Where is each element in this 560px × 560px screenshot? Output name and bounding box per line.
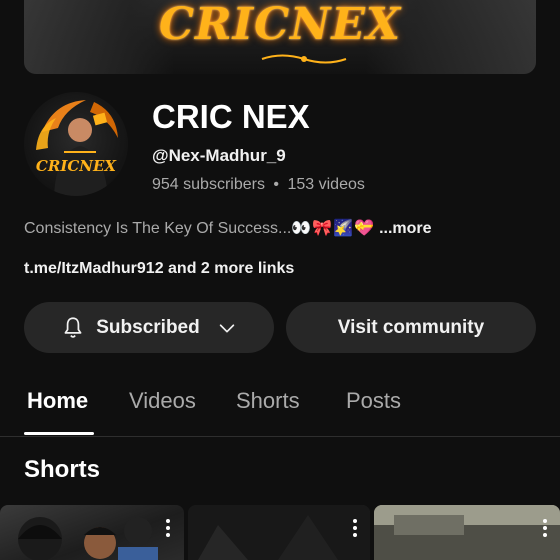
tab-videos[interactable]: Videos <box>129 388 196 414</box>
channel-tabs: Home Videos Shorts Posts <box>0 380 560 437</box>
tab-posts[interactable]: Posts <box>346 388 401 414</box>
avatar-logo-text: CRICNEX <box>36 157 118 175</box>
active-tab-indicator <box>24 432 94 435</box>
banner-title: CRICNEX <box>158 0 402 50</box>
more-vert-icon[interactable] <box>352 519 358 541</box>
channel-name: CRIC NEX <box>152 98 310 135</box>
video-count: 153 videos <box>287 176 365 193</box>
tab-home[interactable]: Home <box>27 388 88 414</box>
subscribed-label: Subscribed <box>96 316 200 338</box>
short-thumbnail[interactable] <box>188 505 370 560</box>
more-vert-icon[interactable] <box>165 519 171 541</box>
avatar-logo-icon: CRICNEX <box>36 100 118 196</box>
channel-description[interactable]: Consistency Is The Key Of Success...👀🎀🌠💝… <box>24 218 432 238</box>
more-vert-icon[interactable] <box>542 519 548 541</box>
short-thumbnail-image <box>18 517 158 560</box>
short-thumbnail-image <box>374 505 560 560</box>
description-text: Consistency Is The Key Of Success... <box>24 220 292 237</box>
visit-community-button[interactable]: Visit community <box>286 302 536 353</box>
stats-separator: • <box>273 176 280 193</box>
subscriber-count: 954 subscribers <box>152 176 265 193</box>
channel-avatar[interactable]: CRICNEX <box>24 92 128 196</box>
section-title-shorts: Shorts <box>24 456 101 483</box>
chevron-down-icon <box>219 323 234 332</box>
short-thumbnail[interactable] <box>0 505 184 560</box>
channel-stats: 954 subscribers • 153 videos <box>152 176 365 194</box>
shorts-shelf <box>0 505 560 560</box>
channel-links[interactable]: t.me/ItzMadhur912 and 2 more links <box>24 260 294 278</box>
tab-shorts[interactable]: Shorts <box>236 388 300 414</box>
channel-handle: @Nex-Madhur_9 <box>152 146 286 165</box>
description-more-link[interactable]: ...more <box>379 220 431 237</box>
subscribed-button[interactable]: Subscribed <box>24 302 274 353</box>
banner-ornament-icon <box>261 54 347 64</box>
description-emojis: 👀🎀🌠💝 <box>291 220 376 237</box>
short-thumbnail[interactable] <box>374 505 560 560</box>
channel-banner: CRICNEX <box>24 0 536 74</box>
short-thumbnail-image <box>188 505 370 560</box>
bell-icon <box>64 316 82 338</box>
